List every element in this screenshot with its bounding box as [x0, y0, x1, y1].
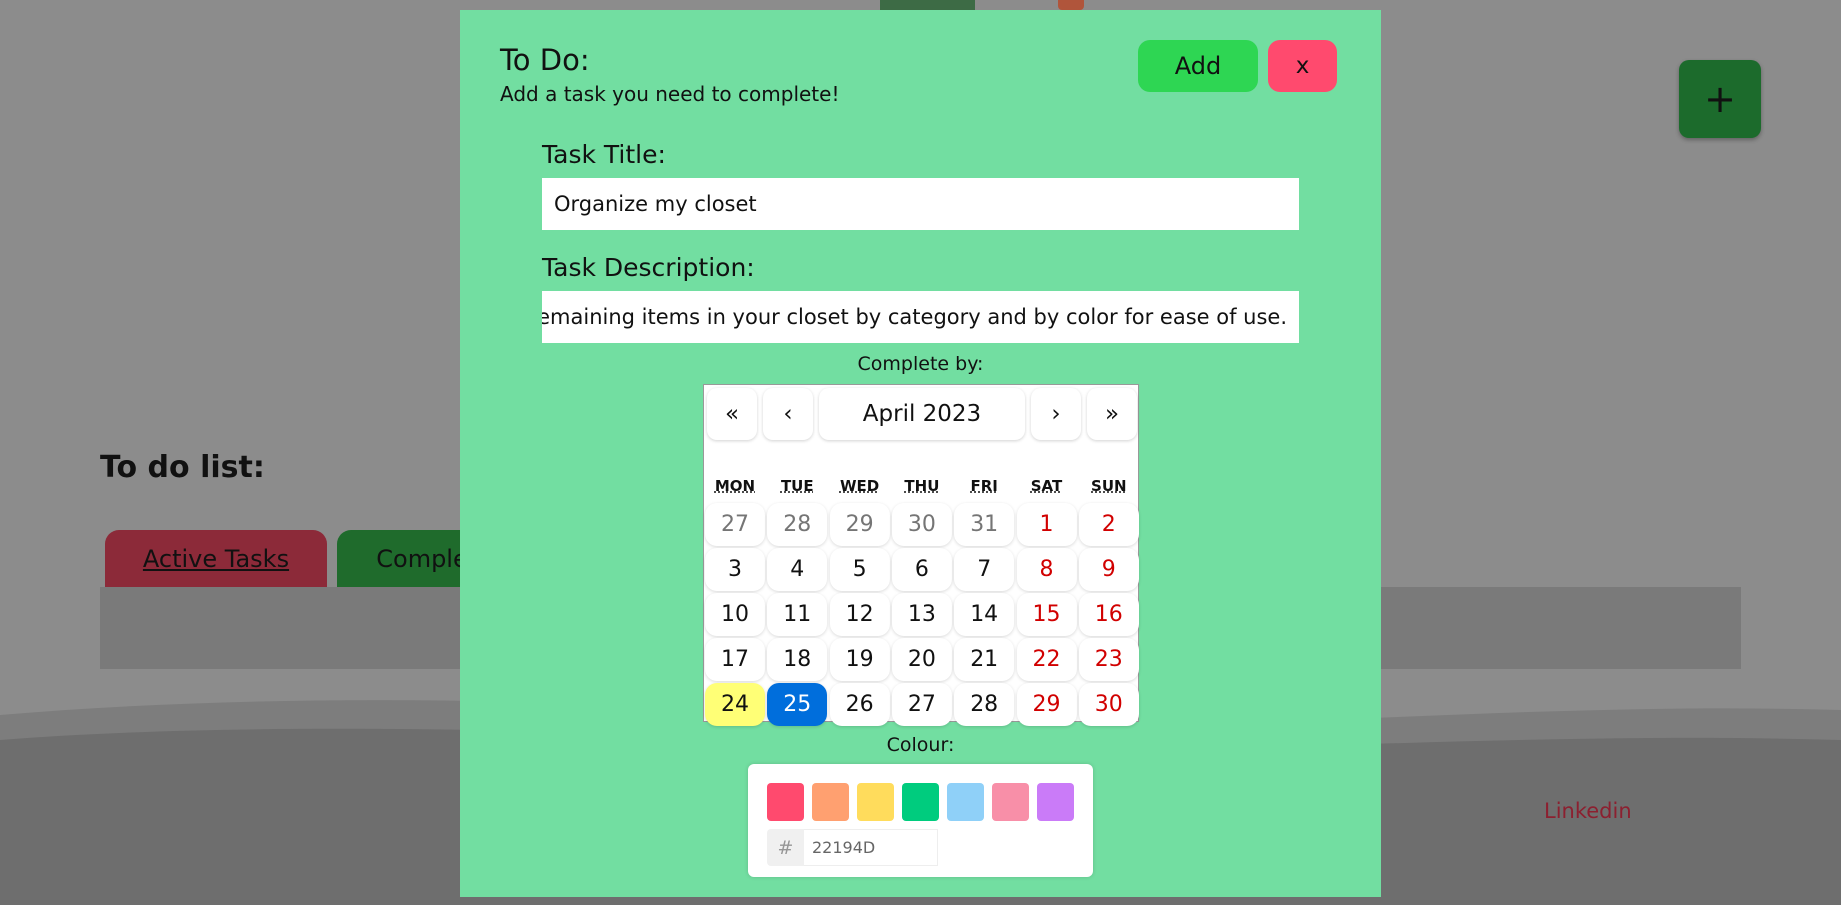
modal-title: To Do:	[500, 43, 590, 77]
calendar-day[interactable]: 21	[954, 638, 1015, 681]
weekday-header: SUN	[1091, 477, 1127, 495]
task-title-label: Task Title:	[542, 140, 666, 169]
calendar-day[interactable]: 24	[705, 683, 765, 726]
calendar-day[interactable]: 3	[705, 548, 765, 591]
colour-swatch[interactable]	[812, 783, 849, 821]
calendar-day[interactable]: 10	[705, 593, 765, 636]
calendar-day[interactable]: 18	[767, 638, 828, 681]
calendar-day[interactable]: 5	[829, 548, 890, 591]
header-icon	[1058, 0, 1084, 10]
prev-month-button[interactable]: ‹	[763, 388, 813, 440]
complete-by-label: Complete by:	[857, 353, 984, 375]
close-button[interactable]: x	[1268, 40, 1337, 92]
calendar-day[interactable]: 30	[1078, 683, 1139, 726]
calendar-day[interactable]: 15	[1016, 593, 1077, 636]
calendar-day[interactable]: 31	[954, 503, 1015, 546]
calendar-day[interactable]: 29	[1016, 683, 1077, 726]
calendar-day[interactable]: 20	[891, 638, 952, 681]
calendar-day[interactable]: 27	[891, 683, 952, 726]
calendar-day[interactable]: 11	[767, 593, 828, 636]
calendar-day[interactable]: 27	[705, 503, 765, 546]
calendar-day[interactable]: 28	[767, 503, 828, 546]
add-button[interactable]: Add	[1138, 40, 1258, 92]
calendar-day[interactable]: 6	[891, 548, 952, 591]
add-task-modal: To Do: Add a task you need to complete! …	[460, 10, 1381, 897]
calendar-day[interactable]: 26	[829, 683, 890, 726]
calendar-day[interactable]: 29	[829, 503, 890, 546]
calendar-day[interactable]: 4	[767, 548, 828, 591]
next-year-button[interactable]: »	[1087, 388, 1137, 440]
calendar-day[interactable]: 9	[1078, 548, 1139, 591]
colour-swatch[interactable]	[902, 783, 939, 821]
colour-swatch[interactable]	[767, 783, 804, 821]
tab-active-tasks[interactable]: Active Tasks	[105, 530, 327, 588]
next-month-button[interactable]: ›	[1031, 388, 1081, 440]
todo-list-heading: To do list:	[100, 450, 265, 485]
colour-swatch[interactable]	[992, 783, 1029, 821]
colour-swatch[interactable]	[947, 783, 984, 821]
add-task-button[interactable]: +	[1679, 60, 1761, 138]
linkedin-link[interactable]: Linkedin	[1544, 799, 1632, 823]
task-description-label: Task Description:	[542, 253, 755, 282]
month-year-label[interactable]: April 2023	[819, 388, 1025, 440]
calendar-day[interactable]: 28	[954, 683, 1015, 726]
colour-label: Colour:	[886, 734, 955, 756]
weekday-header: FRI	[970, 477, 998, 495]
task-description-text: Organize the remaining items in your clo…	[542, 305, 1287, 329]
weekday-header: MON	[714, 477, 756, 495]
calendar-day[interactable]: 7	[954, 548, 1015, 591]
task-description-input[interactable]: Organize the remaining items in your clo…	[542, 291, 1299, 343]
calendar-day[interactable]: 2	[1078, 503, 1139, 546]
date-calendar: « ‹ April 2023 › » MON TUE WED THU FRI SAT SUN…	[703, 384, 1139, 726]
calendar-day[interactable]: 19	[829, 638, 890, 681]
calendar-day[interactable]: 13	[891, 593, 952, 636]
modal-subtitle: Add a task you need to complete!	[500, 82, 840, 106]
prev-year-button[interactable]: «	[707, 388, 757, 440]
hash-prefix: #	[767, 829, 804, 866]
colour-swatch[interactable]	[857, 783, 894, 821]
colour-swatch[interactable]	[1037, 783, 1074, 821]
calendar-day[interactable]: 17	[705, 638, 765, 681]
task-title-input[interactable]: Organize my closet	[542, 178, 1299, 230]
calendar-day[interactable]: 25	[767, 683, 828, 726]
calendar-day[interactable]: 12	[829, 593, 890, 636]
calendar-day[interactable]: 14	[954, 593, 1015, 636]
calendar-day[interactable]: 30	[891, 503, 952, 546]
calendar-day[interactable]: 22	[1016, 638, 1077, 681]
calendar-day[interactable]: 16	[1078, 593, 1139, 636]
weekday-header: WED	[839, 477, 880, 495]
hex-colour-input[interactable]: 22194D	[804, 829, 938, 866]
weekday-header: THU	[904, 477, 940, 495]
calendar-day[interactable]: 23	[1078, 638, 1139, 681]
calendar-day[interactable]: 8	[1016, 548, 1077, 591]
colour-picker: # 22194D	[748, 764, 1093, 877]
weekday-header: SAT	[1030, 477, 1063, 495]
calendar-day[interactable]: 1	[1016, 503, 1077, 546]
weekday-header: TUE	[780, 477, 814, 495]
